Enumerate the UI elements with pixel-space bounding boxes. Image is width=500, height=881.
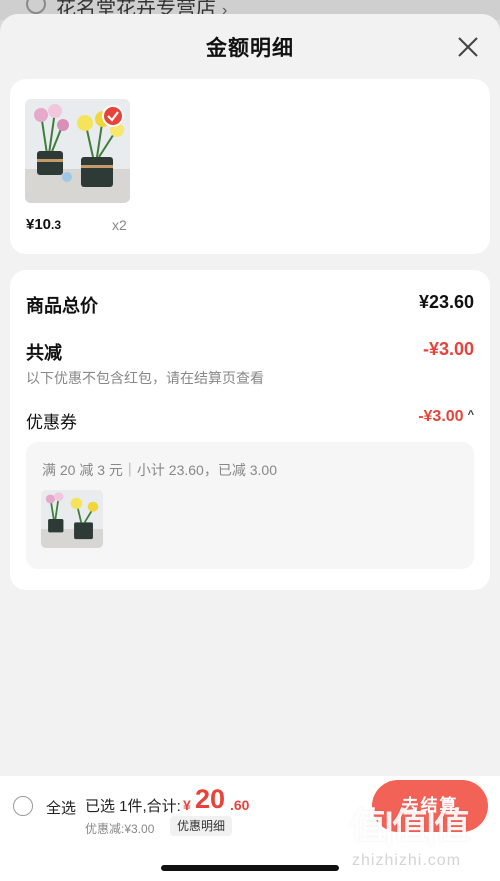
- coupon-value: -¥3.00: [418, 408, 464, 425]
- coupon-toggle[interactable]: -¥3.00 ^: [418, 408, 474, 426]
- watermark-logo: 值|值|值: [350, 805, 470, 846]
- chevron-up-icon: ^: [467, 409, 474, 421]
- discount-amount: 优惠减:¥3.00: [85, 822, 155, 836]
- coupon-detail-box: 满 20 减 3 元｜小计 23.60，已减 3.00: [26, 442, 474, 569]
- total-label: 商品总价: [26, 296, 98, 316]
- sheet-title: 金额明细: [206, 37, 294, 60]
- shop-radio: [26, 0, 46, 14]
- home-indicator: [161, 865, 339, 871]
- product-thumbnail[interactable]: [25, 99, 130, 203]
- watermark-url: zhizhizhi.com: [352, 852, 462, 869]
- product-card: ¥10.3 x2: [10, 79, 490, 254]
- close-icon[interactable]: [457, 36, 479, 58]
- reduce-value: -¥3.00: [422, 339, 474, 359]
- discount-hint: 以下优惠不包含红包，请在结算页查看: [26, 370, 264, 386]
- selected-check-icon: [102, 105, 124, 127]
- lily-plant-image: [41, 490, 103, 548]
- coupon-detail-text: 满 20 减 3 元｜小计 23.60，已减 3.00: [42, 462, 277, 478]
- selected-summary: 已选 1件,合计:: [85, 798, 181, 815]
- total-value: ¥23.60: [418, 292, 474, 312]
- reduce-label: 共减: [26, 343, 62, 363]
- select-all-label[interactable]: 全选: [46, 797, 76, 818]
- total-currency: ¥: [183, 797, 191, 813]
- discount-detail-button[interactable]: 优惠明细: [170, 816, 233, 836]
- item-price: ¥10.3: [26, 216, 62, 233]
- summary-card: 商品总价 ¥23.60 共减 -¥3.00 以下优惠不包含红包，请在结算页查看 …: [10, 270, 490, 590]
- amount-detail-sheet: 金额明细 ¥10.3 x2 商品总价 ¥23.60 共减 -¥3.00 以下优惠…: [0, 14, 500, 881]
- total-amount-dec: .60: [230, 797, 250, 813]
- item-quantity: x2: [112, 217, 127, 233]
- coupon-product-thumbnail: [41, 490, 103, 548]
- total-amount-int: 20: [195, 784, 226, 814]
- select-all-radio[interactable]: [13, 796, 33, 816]
- coupon-label: 优惠券: [26, 413, 77, 432]
